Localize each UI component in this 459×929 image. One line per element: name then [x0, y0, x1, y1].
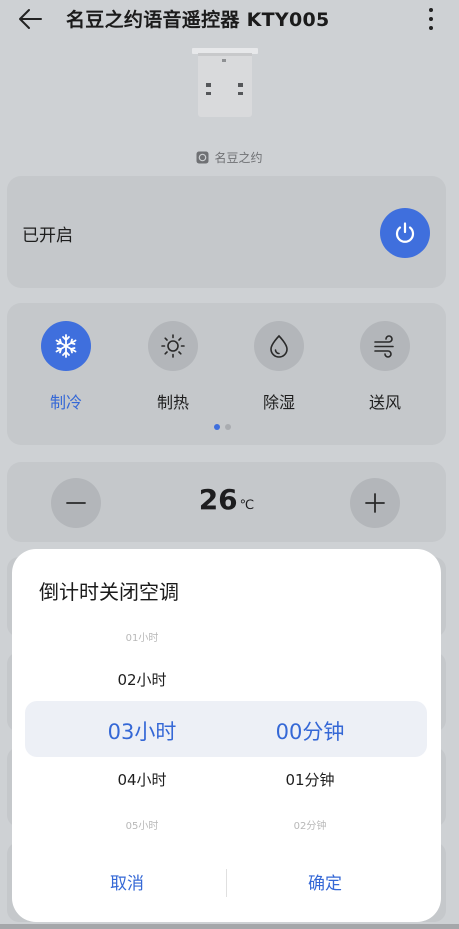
brand-caption: 名豆之约 [0, 147, 459, 167]
timer-bottom-sheet: 倒计时关闭空调 01小时 02小时 03小时 04小时 05小时 00分钟 01… [12, 549, 441, 922]
mode-fan[interactable]: 送风 [350, 321, 420, 413]
mode-fan-button[interactable] [360, 321, 410, 371]
wind-icon [374, 335, 394, 358]
mode-heat[interactable]: 制热 [138, 321, 208, 413]
mode-card: 制冷 制热 除湿 送风 [7, 303, 446, 445]
minute-option[interactable]: 02分钟 [240, 817, 380, 832]
mode-fan-label: 送风 [368, 393, 401, 412]
power-card: 已开启 [7, 176, 446, 288]
page-dot-active [214, 424, 220, 430]
hour-option[interactable]: 01小时 [72, 629, 212, 644]
arrow-left-icon[interactable] [14, 5, 44, 33]
page-title: 名豆之约语音遥控器 KTY005 [66, 9, 330, 31]
temperature-unit: ℃ [239, 498, 255, 513]
page-dot [225, 424, 231, 430]
power-icon [395, 222, 415, 243]
button-divider [226, 869, 227, 897]
mode-dry-button[interactable] [254, 321, 304, 371]
mode-cool-button[interactable] [41, 321, 91, 371]
sun-icon [161, 334, 185, 358]
minute-option-selected[interactable]: 00分钟 [240, 716, 380, 746]
brand-name: 名豆之约 [214, 150, 263, 165]
droplet-icon [270, 334, 288, 358]
mode-heat-button[interactable] [148, 321, 198, 371]
mode-cool[interactable]: 制冷 [31, 321, 101, 413]
page-indicator [214, 424, 231, 430]
confirm-button[interactable]: 确定 [230, 869, 420, 894]
cancel-button[interactable]: 取消 [32, 869, 222, 894]
temperature-card: 26 ℃ [7, 462, 446, 542]
power-button[interactable] [380, 208, 430, 258]
power-status-label: 已开启 [22, 226, 73, 246]
hour-option[interactable]: 04小时 [72, 769, 212, 790]
bottom-edge [0, 924, 459, 929]
usb-dongle-image [192, 48, 258, 117]
snowflake-icon [55, 334, 77, 358]
top-bar: 名豆之约语音遥控器 KTY005 [0, 0, 459, 40]
temperature-value: 26 [198, 483, 238, 516]
sheet-title: 倒计时关闭空调 [39, 580, 179, 604]
mode-heat-label: 制热 [156, 393, 189, 412]
mode-cool-label: 制冷 [49, 393, 82, 412]
mode-dry-label: 除湿 [262, 393, 295, 412]
more-vertical-icon[interactable] [424, 6, 438, 32]
hour-option-selected[interactable]: 03小时 [72, 716, 212, 746]
mode-dry[interactable]: 除湿 [244, 321, 314, 413]
temperature-increase-button[interactable] [350, 478, 400, 528]
hour-option[interactable]: 02小时 [72, 669, 212, 690]
plus-icon [365, 493, 385, 513]
hour-option[interactable]: 05小时 [72, 817, 212, 832]
minute-option[interactable]: 01分钟 [240, 769, 380, 790]
brand-logo-icon [196, 151, 209, 163]
